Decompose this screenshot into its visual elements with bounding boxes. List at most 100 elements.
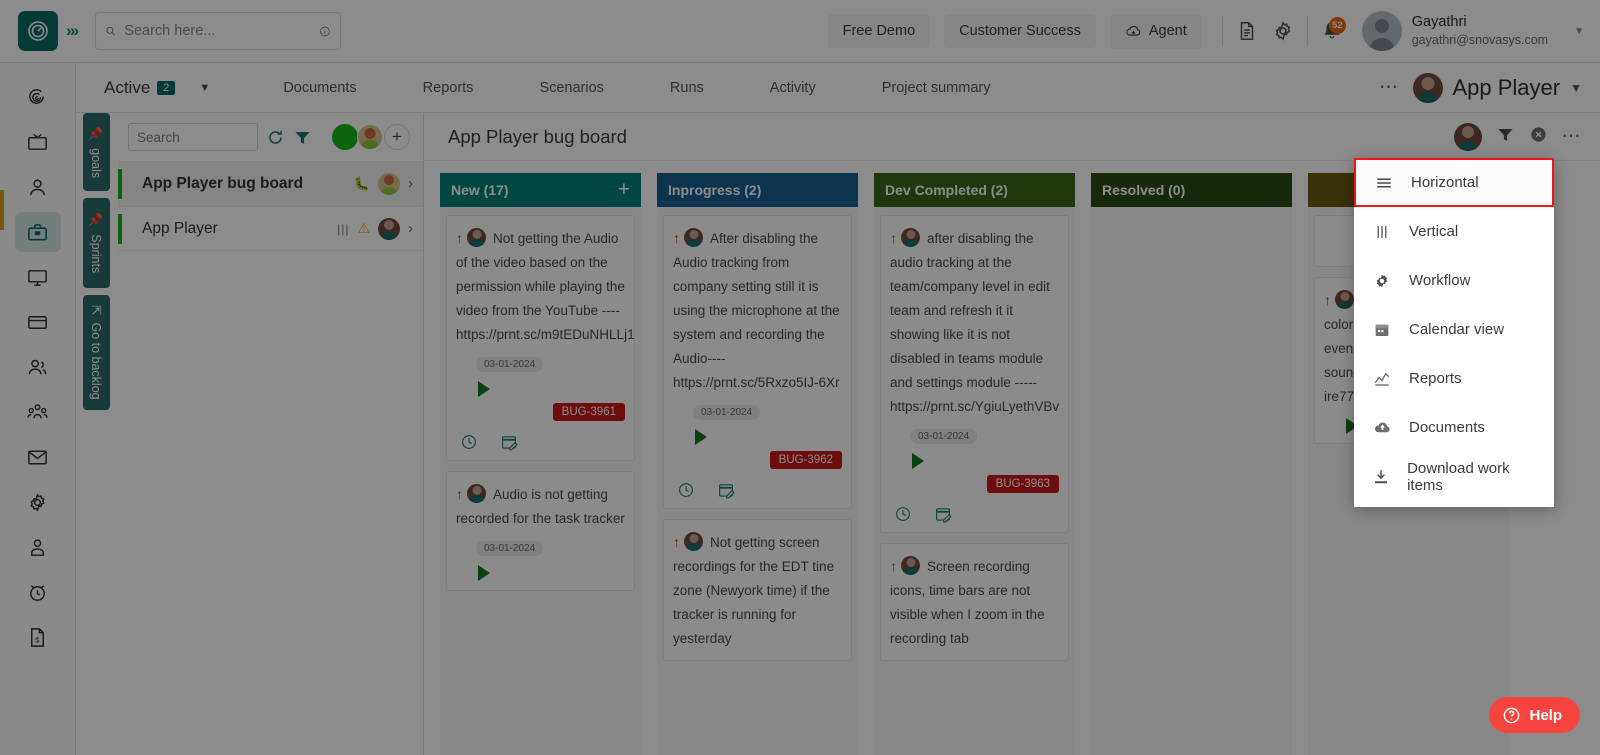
- calendar-edit-icon[interactable]: [717, 481, 735, 499]
- user-info[interactable]: Gayathri gayathri@snovasys.com: [1412, 13, 1548, 48]
- search-input[interactable]: [124, 23, 312, 39]
- bell-icon[interactable]: 52: [1314, 13, 1350, 49]
- card-footer-icons: [673, 481, 842, 499]
- sidebar-item-card[interactable]: [15, 302, 61, 342]
- bug-icon: 🐛: [353, 175, 370, 191]
- chevron-right-icon[interactable]: ›: [408, 175, 413, 192]
- refresh-icon[interactable]: [266, 128, 285, 147]
- active-filter[interactable]: Active 2: [104, 77, 176, 98]
- filter-icon[interactable]: [293, 128, 312, 147]
- ellipsis-icon[interactable]: ⋯: [1379, 76, 1400, 99]
- row-avatar[interactable]: [378, 172, 400, 195]
- sidebar-item-timer[interactable]: [15, 572, 61, 612]
- arrow-up-priority-icon: ↑: [456, 230, 463, 246]
- table-row[interactable]: ↑ after disabling the audio tracking at t…: [880, 215, 1069, 534]
- play-icon[interactable]: [478, 381, 490, 398]
- calendar-edit-icon[interactable]: [500, 433, 518, 451]
- tab-activity[interactable]: Activity: [737, 80, 849, 96]
- user-avatar[interactable]: [1361, 11, 1402, 51]
- tab-reports[interactable]: Reports: [390, 80, 507, 96]
- tab-project-summary[interactable]: Project summary: [849, 80, 1024, 96]
- add-project-button[interactable]: +: [384, 124, 410, 150]
- column-title: New (17): [451, 182, 509, 198]
- card-avatar: [467, 484, 486, 504]
- customer-success-button[interactable]: Customer Success: [944, 14, 1096, 48]
- filter-icon[interactable]: [1496, 125, 1515, 149]
- row-avatar[interactable]: [378, 217, 400, 240]
- project-search-input[interactable]: [128, 123, 258, 151]
- app-logo[interactable]: [18, 11, 58, 51]
- sidebar-item-target[interactable]: [15, 77, 61, 117]
- sidebar-item-mail[interactable]: [15, 437, 61, 477]
- vtab-goals[interactable]: goals 📌: [83, 113, 110, 191]
- play-icon[interactable]: [912, 453, 924, 470]
- sidebar-item-monitor[interactable]: [15, 257, 61, 297]
- sidebar-item-profile[interactable]: [15, 527, 61, 567]
- calendar-edit-icon[interactable]: [934, 505, 952, 523]
- menu-item-calendar-view[interactable]: Calendar view: [1354, 305, 1554, 354]
- clock-icon[interactable]: [894, 505, 912, 523]
- table-row[interactable]: ↑ Not getting the Audio of the video base…: [446, 215, 635, 462]
- column-body-new: ↑ Not getting the Audio of the video base…: [440, 207, 641, 755]
- monitor-icon: [28, 269, 47, 286]
- document-icon[interactable]: [1229, 13, 1265, 49]
- sidebar-item-teams[interactable]: [15, 392, 61, 432]
- table-row[interactable]: ↑ Screen recording icons, time bars are n…: [880, 543, 1069, 662]
- menu-item-download-work-items[interactable]: Download work items: [1354, 452, 1554, 501]
- clock-icon[interactable]: [460, 433, 478, 451]
- help-button[interactable]: Help: [1489, 697, 1580, 733]
- board-avatar[interactable]: [1453, 122, 1482, 151]
- tab-scenarios[interactable]: Scenarios: [506, 80, 636, 96]
- sidebar-item-people[interactable]: [15, 347, 61, 387]
- plus-icon[interactable]: +: [618, 178, 630, 202]
- chevron-down-icon[interactable]: ▼: [1570, 81, 1582, 95]
- card-text-wrap: ↑ after disabling the audio tracking at t…: [890, 226, 1059, 419]
- table-row[interactable]: ↑ Audio is not getting recorded for the t…: [446, 471, 635, 592]
- global-search[interactable]: [95, 12, 342, 50]
- play-icon[interactable]: [695, 429, 707, 446]
- sidebar-item-settings[interactable]: [15, 482, 61, 522]
- alarm-clock-icon: [30, 584, 45, 601]
- agent-button[interactable]: Agent: [1109, 13, 1202, 49]
- list-item-app-player[interactable]: App Player ||| ⚠ ›: [118, 206, 423, 251]
- caret-down-icon[interactable]: ▼: [199, 82, 210, 94]
- arrow-up-priority-icon: ↑: [673, 230, 680, 246]
- table-row[interactable]: ↑ Not getting screen recordings for the E…: [663, 519, 852, 662]
- status-badge: BUG-3963: [986, 475, 1059, 494]
- menu-item-workflow[interactable]: Workflow: [1354, 256, 1554, 305]
- play-icon[interactable]: [478, 565, 490, 582]
- sidebar-item-projects[interactable]: [14, 212, 61, 252]
- column-body-resolved: [1091, 207, 1292, 755]
- project-avatar[interactable]: [1413, 72, 1444, 103]
- table-row[interactable]: ↑ After disabling the Audio tracking from…: [663, 215, 852, 510]
- list-item-app-player-bug-board[interactable]: App Player bug board 🐛 ›: [118, 161, 423, 206]
- tab-runs[interactable]: Runs: [637, 80, 737, 96]
- clock-icon[interactable]: [677, 481, 695, 499]
- close-circle-icon[interactable]: [1529, 125, 1548, 149]
- sidebar-item-invoice[interactable]: $: [15, 617, 61, 657]
- tab-documents[interactable]: Documents: [250, 80, 389, 96]
- info-circle-icon[interactable]: [319, 23, 331, 40]
- people-icon: [28, 359, 47, 374]
- sidebar-item-user[interactable]: [15, 167, 61, 207]
- vtab-go-to-backlog[interactable]: Go to backlog ⇱: [83, 295, 110, 410]
- menu-item-reports[interactable]: Reports: [1354, 354, 1554, 403]
- menu-item-documents[interactable]: Documents: [1354, 403, 1554, 452]
- sidebar-item-tv[interactable]: [15, 122, 61, 162]
- card-avatar: [901, 228, 920, 247]
- board-more-icon[interactable]: ⋯: [1562, 125, 1583, 148]
- free-demo-button[interactable]: Free Demo: [827, 14, 931, 48]
- menu-item-horizontal[interactable]: Horizontal: [1354, 158, 1554, 207]
- gear-icon[interactable]: [1265, 13, 1301, 49]
- menu-item-label: Workflow: [1409, 272, 1471, 289]
- vtab-sprints[interactable]: Sprints 📌: [83, 198, 110, 288]
- chevrons-right-icon[interactable]: »›: [66, 21, 79, 41]
- chevron-right-icon[interactable]: ›: [408, 220, 413, 237]
- menu-item-vertical[interactable]: Vertical: [1354, 207, 1554, 256]
- divider-2: [1306, 16, 1308, 46]
- menu-item-label: Calendar view: [1409, 321, 1505, 338]
- panel-avatar[interactable]: [357, 124, 383, 150]
- chevron-down-icon[interactable]: ▼: [1574, 26, 1584, 37]
- active-label-text: Active: [104, 77, 151, 97]
- vertical-bars-icon: |||: [337, 221, 350, 236]
